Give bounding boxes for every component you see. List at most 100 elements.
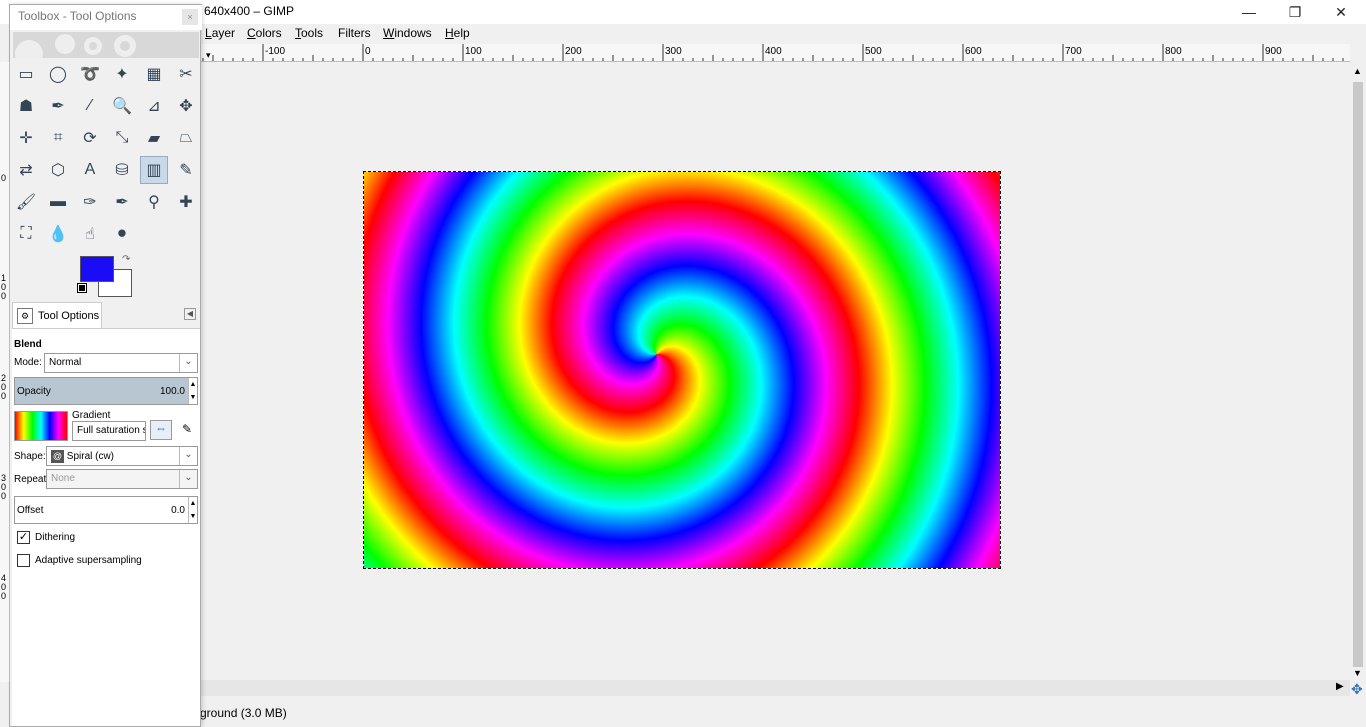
airbrush-icon[interactable]: ✑ xyxy=(76,188,104,216)
toolbox-close-button[interactable]: × xyxy=(182,9,198,25)
text-icon[interactable]: A xyxy=(76,156,104,184)
paths-icon[interactable]: ✒ xyxy=(44,92,72,120)
menu-help[interactable]: Help xyxy=(445,26,470,40)
gradient-label: Gradient xyxy=(72,410,111,421)
offset-spinscale[interactable]: Offset 0.0 ▲ ▼ xyxy=(14,496,198,524)
ellipse-select-icon[interactable]: ◯ xyxy=(44,60,72,88)
cage-transform-icon[interactable]: ⬡ xyxy=(44,156,72,184)
ruler-corner-arrow-icon[interactable]: ▾ xyxy=(206,50,211,61)
fuzzy-select-icon[interactable]: ✦ xyxy=(108,60,136,88)
vertical-scrollbar[interactable]: ▲ ▼ xyxy=(1350,62,1366,680)
image-canvas[interactable] xyxy=(363,171,1001,569)
smudge-icon[interactable]: ☝ xyxy=(76,220,104,248)
close-button[interactable]: ✕ xyxy=(1318,0,1364,24)
ruler-label: 0 xyxy=(1,173,6,183)
scroll-up-icon[interactable]: ▲ xyxy=(1353,66,1362,76)
wilber-drop-area[interactable] xyxy=(13,32,199,58)
horizontal-ruler[interactable]: -100 0 100 200 300 400 500 600 700 800 900 xyxy=(200,44,1350,62)
scroll-right-icon[interactable]: ▶ xyxy=(1336,681,1344,692)
bucket-fill-icon[interactable]: ⛁ xyxy=(108,156,136,184)
repeat-select[interactable]: None ⌄ xyxy=(46,469,198,489)
perspective-icon[interactable]: ⏢ xyxy=(172,124,200,152)
perspective-clone-icon[interactable]: ⛶ xyxy=(12,220,40,248)
blend-icon[interactable]: ▥ xyxy=(140,156,168,184)
crop-icon[interactable]: ⌗ xyxy=(44,124,72,152)
tab-tool-options[interactable]: ⚙ Tool Options xyxy=(12,302,102,328)
ruler-label: 300 xyxy=(665,46,682,57)
ruler-label: 0 xyxy=(365,46,371,57)
paintbrush-icon[interactable]: 🖌 xyxy=(12,188,40,216)
scale-icon[interactable]: ⤡ xyxy=(108,124,136,152)
minimize-button[interactable]: — xyxy=(1226,0,1272,24)
clone-icon[interactable]: ⚲ xyxy=(140,188,168,216)
scissors-select-icon[interactable]: ✂ xyxy=(172,60,200,88)
move-icon[interactable]: ✥ xyxy=(172,92,200,120)
horizontal-scrollbar[interactable]: ▶ xyxy=(200,680,1350,696)
status-text: ground (3.0 MB) xyxy=(200,706,287,720)
opacity-spinscale[interactable]: Opacity 100.0 ▲ ▼ xyxy=(14,377,198,405)
gradient-name-field[interactable]: Full saturation s xyxy=(72,421,146,441)
heal-icon[interactable]: ✚ xyxy=(172,188,200,216)
foreground-select-icon[interactable]: ☗ xyxy=(12,92,40,120)
ruler-label: 0 xyxy=(1,491,6,501)
dithering-label: Dithering xyxy=(35,532,76,543)
color-picker-icon[interactable]: ⁄ xyxy=(76,92,104,120)
edit-gradient-icon[interactable]: ✎ xyxy=(178,422,196,440)
menu-windows[interactable]: Windows xyxy=(383,26,432,40)
shape-label: Shape: xyxy=(14,451,46,462)
toolbox-dock: Toolbox - Tool Options × ↷ ⚙ Tool Option… xyxy=(9,4,202,727)
menu-tools[interactable]: Tools xyxy=(295,26,323,40)
spin-arrows-icon[interactable]: ▲ ▼ xyxy=(188,497,197,523)
navigate-icon[interactable]: ✥ xyxy=(1351,681,1363,698)
zoom-icon[interactable]: 🔍 xyxy=(108,92,136,120)
ruler-label: 900 xyxy=(1265,46,1282,57)
swap-colors-icon[interactable]: ↷ xyxy=(122,254,130,265)
foreground-color[interactable] xyxy=(80,256,114,282)
chevron-down-icon: ⌄ xyxy=(179,470,197,488)
chevron-down-icon: ⌄ xyxy=(179,447,197,465)
ruler-label: -100 xyxy=(265,46,285,57)
menu-filters[interactable]: Filters xyxy=(338,26,371,40)
toolbox-title: Toolbox - Tool Options xyxy=(18,9,137,23)
align-icon[interactable]: ✛ xyxy=(12,124,40,152)
offset-label: Offset xyxy=(17,505,44,516)
ink-icon[interactable]: ✒ xyxy=(108,188,136,216)
window-title: 640x400 – GIMP xyxy=(204,4,295,18)
dodge-burn-icon[interactable]: ⚫ xyxy=(108,220,136,248)
tool-options-panel: Blend Mode: Normal ⌄ Opacity 100.0 ▲ ▼ Gr… xyxy=(12,328,200,726)
menu-layer[interactable]: Layer xyxy=(205,26,235,40)
opacity-value: 100.0 xyxy=(159,386,185,397)
gradient-preview[interactable] xyxy=(14,411,68,441)
menu-colors[interactable]: Colors xyxy=(247,26,282,40)
restore-button[interactable]: ❐ xyxy=(1272,0,1318,24)
flip-icon[interactable]: ⇄ xyxy=(12,156,40,184)
mode-value: Normal xyxy=(49,357,82,368)
shear-icon[interactable]: ▰ xyxy=(140,124,168,152)
repeat-value: None xyxy=(51,473,75,484)
measure-icon[interactable]: ⊿ xyxy=(140,92,168,120)
shape-value: Spiral (cw) xyxy=(66,451,115,463)
rotate-icon[interactable]: ⟳ xyxy=(76,124,104,152)
default-colors-icon[interactable] xyxy=(77,283,87,293)
vertical-scroll-thumb[interactable] xyxy=(1353,82,1363,667)
tab-menu-icon[interactable]: ◀ xyxy=(184,308,196,320)
rect-select-icon[interactable]: ▭ xyxy=(12,60,40,88)
reverse-gradient-icon[interactable]: ⇔ xyxy=(150,420,172,440)
ruler-label: 0 xyxy=(1,591,6,601)
spin-arrows-icon[interactable]: ▲ ▼ xyxy=(188,378,197,404)
shape-select[interactable]: @ Spiral (cw) ⌄ xyxy=(46,446,198,466)
select-by-color-icon[interactable]: ▦ xyxy=(140,60,168,88)
mode-select[interactable]: Normal ⌄ xyxy=(44,353,198,373)
vertical-ruler[interactable]: 0100200300400 xyxy=(0,62,10,682)
ruler-label: 700 xyxy=(1065,46,1082,57)
free-select-icon[interactable]: ➰ xyxy=(76,60,104,88)
blur-sharpen-icon[interactable]: 💧 xyxy=(44,220,72,248)
eraser-icon[interactable]: ▬ xyxy=(44,188,72,216)
scroll-down-icon[interactable]: ▼ xyxy=(1353,668,1362,678)
dithering-checkbox[interactable]: ✓ xyxy=(17,531,30,544)
offset-value: 0.0 xyxy=(171,505,185,516)
adaptive-supersampling-checkbox[interactable] xyxy=(17,554,30,567)
spiral-shape-icon: @ xyxy=(51,450,64,463)
pencil-icon[interactable]: ✎ xyxy=(172,156,200,184)
opacity-label: Opacity xyxy=(17,386,51,397)
